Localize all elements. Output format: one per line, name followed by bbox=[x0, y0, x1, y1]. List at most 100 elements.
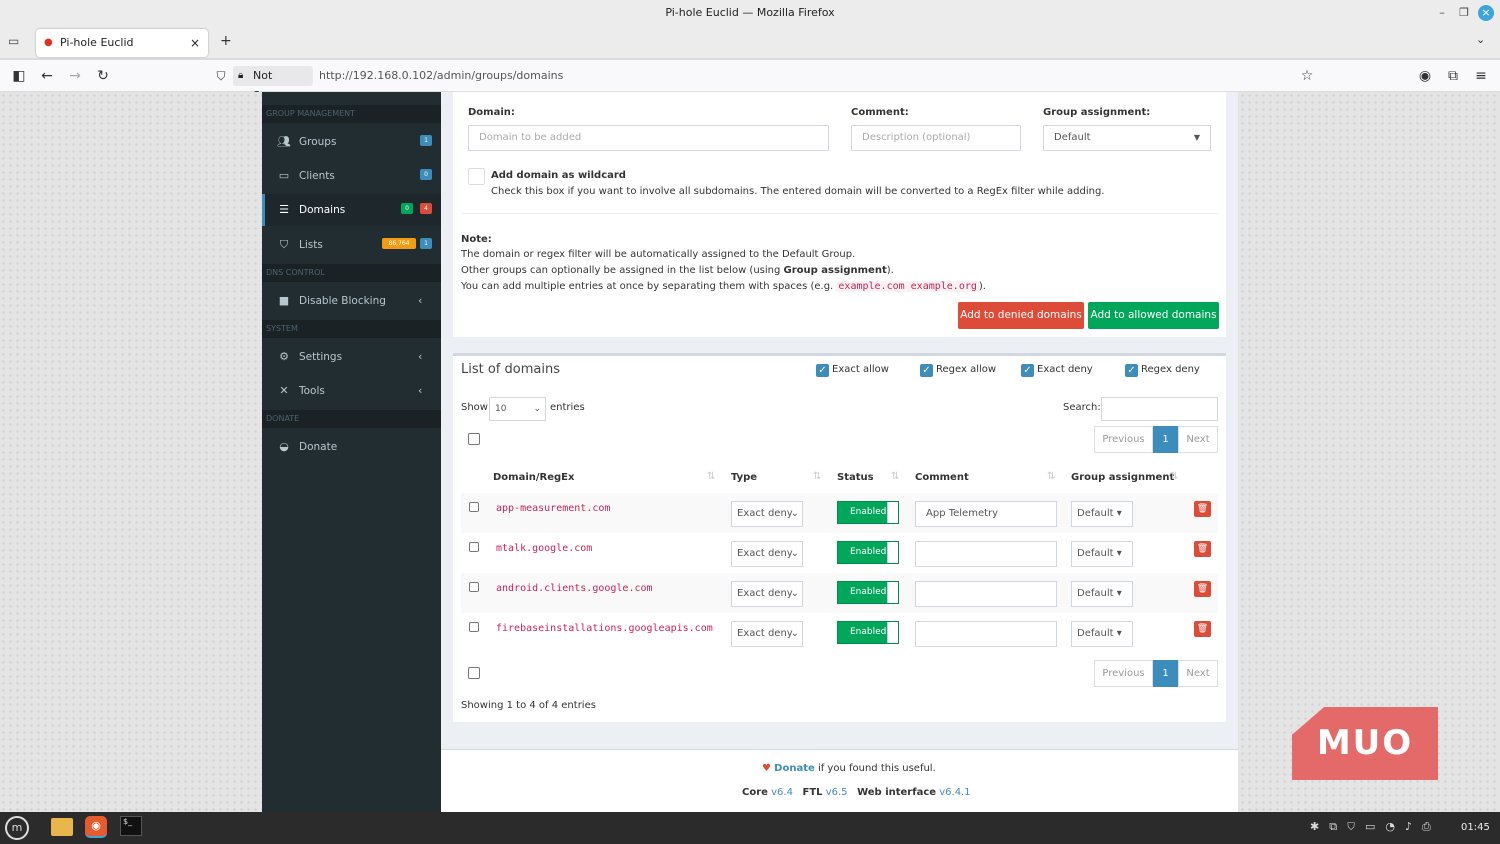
filter-regex-allow-checkbox[interactable]: ✓ bbox=[920, 364, 933, 377]
sidebar-toggle-icon[interactable]: ◧ bbox=[9, 66, 29, 86]
donate-footer: ♥ Donate if you found this useful. bbox=[762, 763, 936, 774]
clock[interactable]: 01:45 bbox=[1461, 822, 1490, 833]
filter-exact-deny-checkbox[interactable]: ✓ bbox=[1021, 364, 1034, 377]
tab-close-icon[interactable]: × bbox=[190, 29, 200, 57]
search-input[interactable] bbox=[1101, 397, 1218, 421]
firefox-icon[interactable]: ◉ bbox=[85, 816, 107, 838]
previous-page-button[interactable]: Previous bbox=[1094, 660, 1153, 687]
files-icon[interactable] bbox=[51, 818, 73, 836]
row-group-dropdown[interactable]: Default ▾ bbox=[1071, 621, 1133, 647]
trash-icon[interactable]: 🗑︎ bbox=[1194, 581, 1211, 597]
trash-icon[interactable]: 🗑︎ bbox=[1194, 621, 1211, 637]
sidebar-header-group-management: GROUP MANAGEMENT bbox=[262, 105, 441, 123]
tab-list-icon[interactable]: ▭ bbox=[8, 34, 24, 50]
sidebar-item-label: Donate bbox=[299, 441, 338, 453]
sort-icon[interactable]: ⇅ bbox=[1170, 471, 1178, 482]
terminal-icon[interactable]: $_ bbox=[120, 816, 142, 836]
row-domain[interactable]: app-measurement.com bbox=[496, 503, 610, 514]
row-domain[interactable]: mtalk.google.com bbox=[496, 543, 592, 554]
sort-icon[interactable]: ⇅ bbox=[1047, 471, 1055, 482]
select-all-checkbox-bottom[interactable] bbox=[468, 667, 480, 679]
row-comment-input[interactable]: App Telemetry bbox=[915, 501, 1057, 527]
donate-link[interactable]: Donate bbox=[774, 763, 815, 774]
account-icon[interactable]: ◉ bbox=[1415, 66, 1435, 86]
page-1-button[interactable]: 1 bbox=[1153, 426, 1178, 453]
previous-page-button[interactable]: Previous bbox=[1094, 426, 1153, 453]
row-type-select[interactable]: Exact deny ⌄ bbox=[731, 621, 803, 647]
show-label: Show bbox=[461, 402, 488, 413]
row-checkbox[interactable] bbox=[469, 582, 479, 592]
groups-count-badge: 1 bbox=[420, 135, 432, 146]
list-icon: ☰ bbox=[279, 203, 289, 216]
start-menu-icon[interactable]: m bbox=[5, 816, 29, 840]
row-group-dropdown[interactable]: Default ▾ bbox=[1071, 541, 1133, 567]
row-comment-input[interactable] bbox=[915, 541, 1057, 567]
chevron-down-icon: ⌄ bbox=[790, 628, 799, 639]
row-type-select[interactable]: Exact deny ⌄ bbox=[731, 501, 803, 527]
column-header-comment[interactable]: Comment bbox=[915, 472, 969, 483]
row-status-toggle[interactable]: Enabled bbox=[837, 581, 899, 604]
row-group-value: Default bbox=[1077, 508, 1114, 519]
sort-icon[interactable]: ⇅ bbox=[891, 471, 899, 482]
row-type-select[interactable]: Exact deny ⌄ bbox=[731, 541, 803, 567]
reload-icon[interactable]: ↻ bbox=[93, 66, 113, 86]
shield-icon[interactable]: ⛉ bbox=[211, 66, 231, 86]
chevron-down-icon: ⌄ bbox=[790, 508, 799, 519]
entries-select[interactable]: 10 ⌄ bbox=[489, 397, 546, 421]
sidebar-item-label: Clients bbox=[299, 170, 335, 182]
column-header-type[interactable]: Type bbox=[731, 472, 757, 483]
row-status-toggle[interactable]: Enabled bbox=[837, 621, 899, 644]
ftl-version[interactable]: v6.5 bbox=[826, 787, 848, 798]
domain-input[interactable]: Domain to be added bbox=[468, 125, 829, 151]
maximize-icon[interactable]: ❐ bbox=[1456, 5, 1472, 21]
trash-icon[interactable]: 🗑︎ bbox=[1194, 541, 1211, 557]
gears-icon: ⚙ bbox=[279, 350, 289, 363]
row-type-select[interactable]: Exact deny ⌄ bbox=[731, 581, 803, 607]
row-group-dropdown[interactable]: Default ▾ bbox=[1071, 501, 1133, 527]
row-checkbox[interactable] bbox=[469, 622, 479, 632]
row-status-toggle[interactable]: Enabled bbox=[837, 501, 899, 524]
select-all-checkbox[interactable] bbox=[468, 433, 480, 445]
row-comment-input[interactable] bbox=[915, 621, 1057, 647]
version-info: Core v6.4 FTL v6.5 Web interface v6.4.1 bbox=[742, 787, 971, 798]
row-checkbox[interactable] bbox=[469, 542, 479, 552]
bookmark-star-icon[interactable]: ☆ bbox=[1297, 66, 1317, 86]
new-tab-icon[interactable]: + bbox=[220, 33, 232, 49]
add-denied-button[interactable]: Add to denied domains bbox=[958, 302, 1084, 329]
column-header-domain[interactable]: Domain/RegEx bbox=[493, 472, 574, 483]
menu-icon[interactable]: ≡ bbox=[1471, 66, 1491, 86]
row-comment-input[interactable] bbox=[915, 581, 1057, 607]
core-version[interactable]: v6.4 bbox=[771, 787, 793, 798]
extensions-icon[interactable]: ⧉ bbox=[1443, 66, 1463, 86]
web-version[interactable]: v6.4.1 bbox=[939, 787, 970, 798]
row-domain[interactable]: firebaseinstallations.googleapis.com bbox=[496, 623, 713, 634]
filter-regex-deny-checkbox[interactable]: ✓ bbox=[1125, 364, 1138, 377]
column-header-group[interactable]: Group assignment bbox=[1071, 472, 1174, 483]
not-secure-indicator[interactable]: 🔒︎ Not Secure bbox=[233, 66, 313, 102]
wildcard-checkbox[interactable] bbox=[468, 168, 485, 185]
row-group-dropdown[interactable]: Default ▾ bbox=[1071, 581, 1133, 607]
group-assignment-select[interactable]: Default ▼ bbox=[1043, 125, 1211, 151]
close-window-icon[interactable]: × bbox=[1478, 5, 1494, 21]
add-allowed-button[interactable]: Add to allowed domains bbox=[1088, 302, 1219, 329]
trash-icon[interactable]: 🗑︎ bbox=[1194, 501, 1211, 517]
comment-input[interactable]: Description (optional) bbox=[851, 125, 1021, 151]
row-checkbox[interactable] bbox=[469, 502, 479, 512]
back-icon[interactable]: ← bbox=[37, 66, 57, 86]
forward-icon[interactable]: → bbox=[65, 66, 85, 86]
filter-exact-allow-checkbox[interactable]: ✓ bbox=[816, 364, 829, 377]
column-header-status[interactable]: Status bbox=[837, 472, 874, 483]
url-bar[interactable]: http://192.168.0.102/admin/groups/domain… bbox=[319, 66, 819, 86]
sort-icon[interactable]: ⇅ bbox=[813, 471, 821, 482]
chevron-down-icon[interactable]: ⌄ bbox=[1476, 33, 1485, 46]
row-status-toggle[interactable]: Enabled bbox=[837, 541, 899, 564]
next-page-button[interactable]: Next bbox=[1178, 426, 1218, 453]
page-1-button[interactable]: 1 bbox=[1153, 660, 1178, 687]
minimize-icon[interactable]: – bbox=[1434, 5, 1450, 21]
sort-icon[interactable]: ⇅ bbox=[707, 471, 715, 482]
row-domain[interactable]: android.clients.google.com bbox=[496, 583, 653, 594]
next-page-button[interactable]: Next bbox=[1178, 660, 1218, 687]
system-tray-icons[interactable]: ✱⧉⛉▭◔♪⎙ bbox=[1310, 820, 1441, 834]
caret-down-icon: ▼ bbox=[1193, 133, 1200, 142]
browser-tab[interactable]: ● Pi-hole Euclid × bbox=[36, 29, 208, 57]
